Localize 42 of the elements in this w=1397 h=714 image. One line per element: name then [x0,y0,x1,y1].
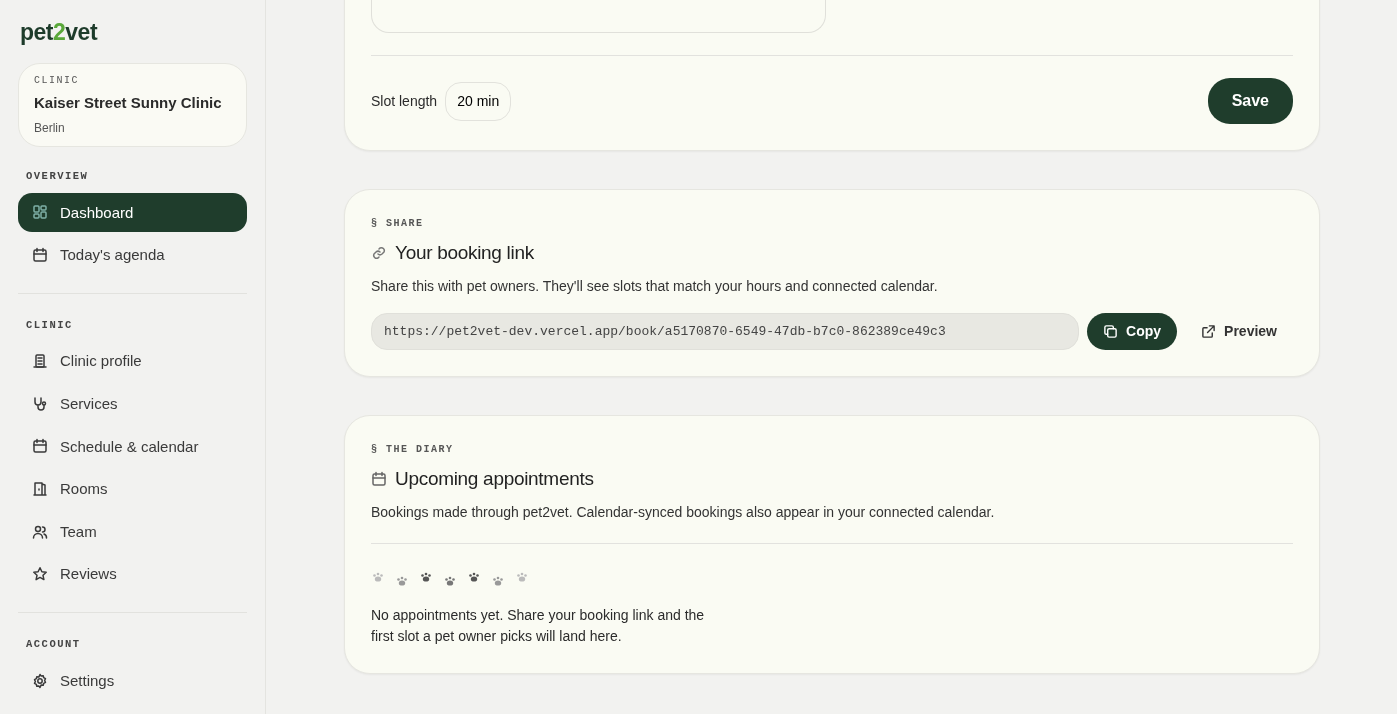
settings-icon [32,672,48,689]
preview-button[interactable]: Preview [1185,312,1293,350]
people-icon [32,523,48,540]
slot-length-label: Slot length [371,91,438,111]
card-eyebrow: § THE DIARY [371,443,455,457]
card-title: Your booking link [395,241,534,265]
nav-item[interactable]: Clinic profile [18,341,247,382]
copy-icon [1103,323,1119,339]
copy-button[interactable]: Copy [1087,312,1178,350]
nav-item[interactable]: Services [18,384,247,424]
grid-icon [32,204,48,221]
section-heading: ACCOUNT [26,637,82,653]
booking-url-field[interactable]: https://pet2vet-dev.vercel.app/book/a5170870-6549-47db-b7c0-862389ce49c3 [371,312,1080,350]
nav-item[interactable]: Schedule & calendar [18,426,247,467]
card-label: CLINIC [34,74,80,89]
stethoscope-icon [32,395,48,412]
calendar-icon [32,438,48,455]
calendar-icon [371,471,387,488]
external-link-icon [1201,323,1217,339]
nav-item[interactable]: Team [18,511,247,552]
calendar-icon [32,246,48,263]
nav-item[interactable]: Today's agenda [18,235,247,275]
section-heading: CLINIC [26,317,74,333]
card-eyebrow: § SHARE [371,217,425,231]
nav-item[interactable]: Settings [18,660,247,701]
card-title: Upcoming appointments [395,467,594,491]
card-description: Bookings made through pet2vet. Calendar-synced bookings also appear in your connected calendar. [371,502,996,522]
slot-length-select[interactable]: 20 min [445,81,512,121]
link-icon [371,245,387,262]
star-icon [32,566,48,583]
clinic-name: Kaiser Street Sunny Clinic [34,93,223,114]
section-heading: OVERVIEW [26,168,90,184]
building-icon [32,353,48,370]
nav-item[interactable]: Rooms [18,469,247,509]
card-description: Share this with pet owners. They'll see slots that match your hours and connected calendar. [371,276,939,296]
door-icon [32,481,48,498]
nav-item[interactable]: Reviews [18,554,247,595]
nav-item[interactable]: Dashboard [18,192,247,233]
logo: pet2vet [20,20,99,46]
empty-state-text: No appointments yet. Share your booking link and the first slot a pet owner picks will land here. [371,605,706,646]
save-button[interactable]: Save [1207,78,1293,124]
clinic-city: Berlin [34,119,66,137]
